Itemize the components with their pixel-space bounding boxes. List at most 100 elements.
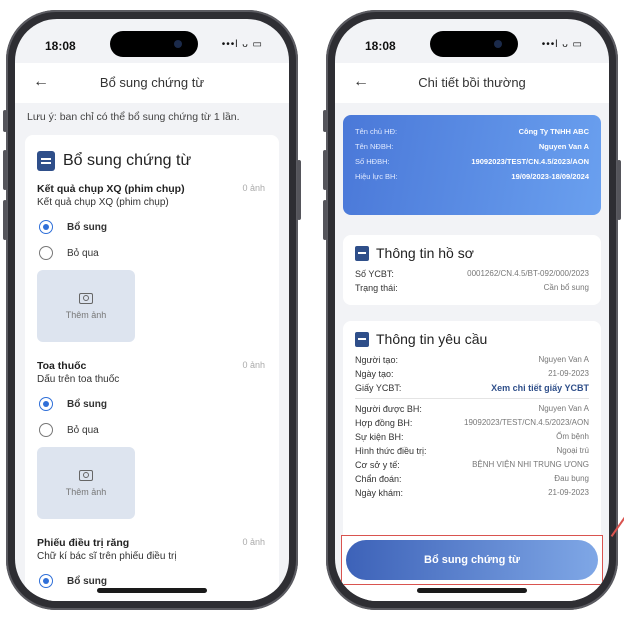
- radio-option-skip[interactable]: Bỏ qua: [37, 246, 267, 260]
- status-bar: 18:08 •••l ᴗ ▭: [335, 19, 609, 63]
- nav-bar: ← Bổ sung chứng từ: [15, 63, 289, 103]
- info-row: Ngày tạo: 21-09-2023: [355, 367, 589, 381]
- policy-value: Công Ty TNHH ABC: [518, 127, 589, 136]
- supplement-card: Bổ sung chứng từ Kết quả chụp XQ (phim c…: [25, 135, 279, 601]
- info-value: Nguyen Van A: [538, 404, 589, 413]
- info-key: Người được BH:: [355, 404, 422, 414]
- volume-up-button: [3, 150, 7, 190]
- photo-count: 0 ảnh: [242, 360, 265, 370]
- radio-unselected[interactable]: [39, 423, 53, 437]
- section-title: Phiếu điều trị răng: [37, 537, 130, 549]
- divider: [355, 398, 589, 399]
- signal-wifi-battery-icon: •••l ᴗ ▭: [221, 39, 263, 50]
- info-key: Ngày khám:: [355, 488, 404, 498]
- radio-option-supplement[interactable]: Bổ sung: [37, 574, 267, 588]
- phone-frame-right: 18:08 •••l ᴗ ▭ ← Chi tiết bồi thường Tên…: [323, 10, 621, 610]
- card-title: Thông tin hồ sơ: [376, 245, 474, 261]
- info-value: 19092023/TEST/CN.4.5/2023/AON: [464, 418, 589, 427]
- card-header: Thông tin hồ sơ: [355, 245, 589, 261]
- info-row: Chẩn đoán: Đau bụng: [355, 472, 589, 486]
- profile-info-card: Thông tin hồ sơ Số YCBT: 0001262/CN.4.5/B…: [343, 235, 601, 305]
- section-prescription: Toa thuốc Dấu trên toa thuốc 0 ảnh Bổ su…: [25, 356, 279, 519]
- policy-row: Hiệu lực BH: 19/09/2023-18/09/2024: [355, 172, 589, 181]
- info-key: Giấy YCBT:: [355, 383, 402, 393]
- radio-option-skip[interactable]: Bỏ qua: [37, 423, 267, 437]
- home-indicator[interactable]: [417, 588, 527, 593]
- policy-row: Tên NĐBH: Nguyen Van A: [355, 142, 589, 151]
- dynamic-island: [110, 31, 198, 57]
- info-value: Đau bụng: [554, 474, 589, 483]
- info-row: Người được BH: Nguyen Van A: [355, 402, 589, 416]
- volume-down-button: [3, 200, 7, 240]
- policy-key: Tên NĐBH:: [355, 142, 394, 151]
- policy-key: Số HĐBH:: [355, 157, 390, 166]
- page-title: Bổ sung chứng từ: [99, 75, 205, 90]
- mute-switch: [3, 110, 7, 132]
- info-key: Sự kiện BH:: [355, 432, 404, 442]
- volume-down-button: [323, 200, 327, 240]
- info-key: Cơ sở y tế:: [355, 460, 400, 470]
- add-photo-button[interactable]: Thêm ảnh: [37, 270, 135, 342]
- card-header: Bổ sung chứng từ: [25, 135, 279, 179]
- status-time: 18:08: [365, 39, 396, 53]
- info-row: Số YCBT: 0001262/CN.4.5/BT-092/000/2023: [355, 267, 589, 281]
- radio-unselected[interactable]: [39, 246, 53, 260]
- info-key: Chẩn đoán:: [355, 474, 402, 484]
- info-row: Trạng thái: Cần bổ sung: [355, 281, 589, 295]
- radio-label: Bổ sung: [67, 221, 107, 233]
- power-button: [297, 160, 301, 220]
- radio-label: Bổ sung: [67, 398, 107, 410]
- document-icon: [355, 245, 369, 261]
- info-key: Hình thức điều trị:: [355, 446, 427, 456]
- home-indicator[interactable]: [97, 588, 207, 593]
- document-stack-icon: [355, 331, 369, 347]
- dynamic-island: [430, 31, 518, 57]
- info-key: Ngày tạo:: [355, 369, 394, 379]
- radio-selected[interactable]: [39, 220, 53, 234]
- camera-icon: [494, 40, 502, 48]
- section-title: Toa thuốc: [37, 360, 87, 372]
- status-time: 18:08: [45, 39, 76, 53]
- section-subtitle: Chữ kí bác sĩ trên phiếu điều trị: [37, 551, 177, 562]
- signal-wifi-battery-icon: •••l ᴗ ▭: [541, 39, 583, 50]
- photo-count: 0 ảnh: [242, 537, 265, 547]
- policy-summary-card: Tên chủ HĐ: Công Ty TNHH ABC Tên NĐBH: Ngu…: [343, 115, 601, 215]
- radio-label: Bỏ qua: [67, 424, 99, 436]
- view-claim-form-link[interactable]: Xem chi tiết giấy YCBT: [491, 383, 589, 393]
- info-row: Cơ sở y tế: BỆNH VIỆN NHI TRUNG ƯONG: [355, 458, 589, 472]
- radio-selected[interactable]: [39, 574, 53, 588]
- info-key: Người tạo:: [355, 355, 398, 365]
- section-xray: Kết quả chụp XQ (phim chụp) Kết quả chụp…: [25, 179, 279, 342]
- policy-key: Tên chủ HĐ:: [355, 127, 398, 136]
- info-row: Ngày khám: 21-09-2023: [355, 486, 589, 500]
- section-subtitle: Dấu trên toa thuốc: [37, 374, 120, 385]
- section-subtitle: Kết quả chụp XQ (phim chụp): [37, 197, 169, 208]
- radio-option-supplement[interactable]: Bổ sung: [37, 397, 267, 411]
- camera-icon: [79, 292, 93, 304]
- info-row: Hình thức điều trị: Ngoại trú: [355, 444, 589, 458]
- status-bar: 18:08 •••l ᴗ ▭: [15, 19, 289, 63]
- info-row: Người tạo: Nguyen Van A: [355, 353, 589, 367]
- radio-option-supplement[interactable]: Bổ sung: [37, 220, 267, 234]
- cta-highlight-box: Bổ sung chứng từ: [341, 535, 603, 585]
- supplement-documents-button[interactable]: Bổ sung chứng từ: [346, 540, 598, 580]
- camera-icon: [174, 40, 182, 48]
- info-row: Sự kiện BH: Ốm bệnh: [355, 430, 589, 444]
- info-value: Nguyen Van A: [538, 355, 589, 364]
- nav-bar: ← Chi tiết bồi thường: [335, 63, 609, 103]
- camera-icon: [79, 469, 93, 481]
- screen-claim-detail: 18:08 •••l ᴗ ▭ ← Chi tiết bồi thường Tên…: [335, 19, 609, 601]
- power-button: [617, 160, 621, 220]
- section-dental-sheet: Phiếu điều trị răng Chữ kí bác sĩ trên p…: [25, 533, 279, 588]
- radio-selected[interactable]: [39, 397, 53, 411]
- photo-count: 0 ảnh: [242, 183, 265, 193]
- info-key: Hợp đồng BH:: [355, 418, 413, 428]
- policy-value: 19/09/2023-18/09/2024: [511, 172, 589, 181]
- info-row: Giấy YCBT: Xem chi tiết giấy YCBT: [355, 381, 589, 395]
- add-photo-button[interactable]: Thêm ảnh: [37, 447, 135, 519]
- section-title: Kết quả chụp XQ (phim chụp): [37, 183, 185, 195]
- info-value: 0001262/CN.4.5/BT-092/000/2023: [467, 269, 589, 278]
- notice-text: Lưu ý: ban chỉ có thể bổ sung chứng từ 1…: [27, 111, 240, 123]
- phone-frame-left: 18:08 •••l ᴗ ▭ ← Bổ sung chứng từ Lưu ý:…: [3, 10, 301, 610]
- mute-switch: [323, 110, 327, 132]
